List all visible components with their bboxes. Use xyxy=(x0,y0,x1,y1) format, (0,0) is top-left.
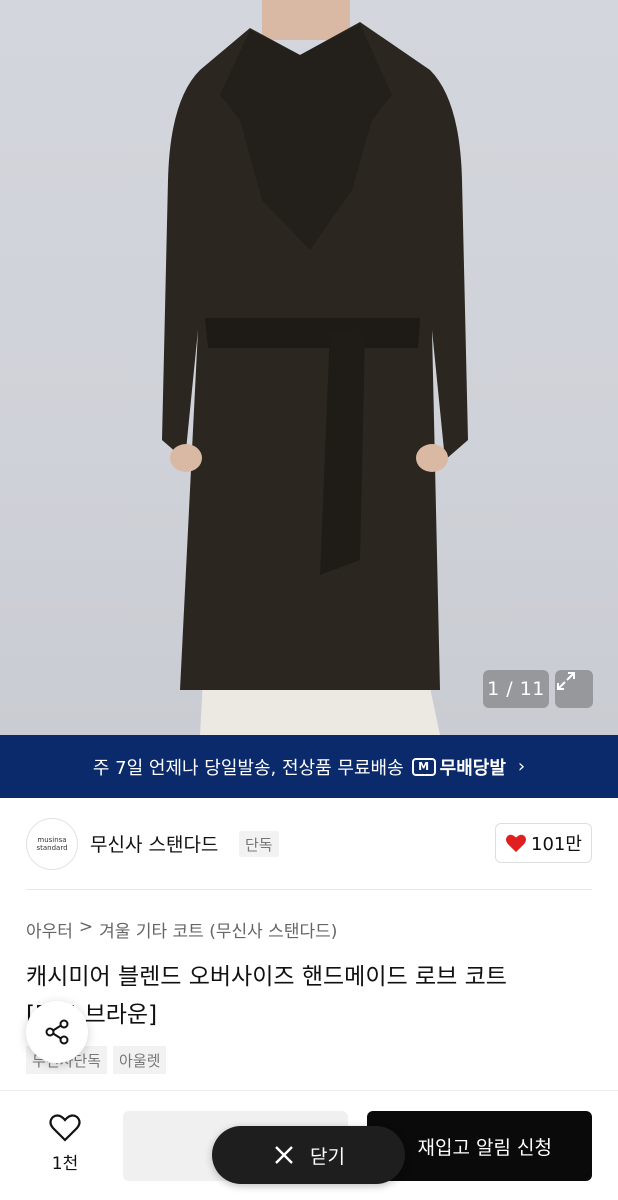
heart-outline-icon xyxy=(49,1114,81,1142)
breadcrumb-category[interactable]: 아우터 xyxy=(26,917,73,942)
coat-illustration xyxy=(162,0,468,735)
brand-like-button[interactable]: 101만 xyxy=(495,823,592,863)
banner-text: 주 7일 언제나 당일발송, 전상품 무료배송 xyxy=(92,757,404,779)
close-label: 닫기 xyxy=(310,1145,345,1168)
banner-brand-label: 무배당발 xyxy=(439,757,506,779)
expand-icon xyxy=(557,672,575,690)
wishlist-button[interactable]: 1천 xyxy=(30,1113,100,1174)
brand-name[interactable]: 무신사 스탠다드 xyxy=(90,830,218,857)
product-title-line2: [다크 브라운] xyxy=(26,1002,158,1028)
close-button[interactable]: 닫기 xyxy=(212,1126,405,1184)
breadcrumb-separator: > xyxy=(78,917,94,937)
restock-alert-label: 재입고 알림 신청 xyxy=(417,1136,552,1159)
product-image[interactable]: 1 / 11 xyxy=(0,0,618,735)
logo-line2: standard xyxy=(36,844,68,852)
delivery-m-icon: M xyxy=(411,757,436,776)
tag-outlet: 아울렛 xyxy=(113,1046,167,1074)
chevron-right-icon: › xyxy=(517,756,526,777)
product-title-line1: 캐시미어 블렌드 오버사이즈 핸드메이드 로브 코트 xyxy=(26,964,507,990)
breadcrumb-subcategory[interactable]: 겨울 기타 코트 (무신사 스탠다드) xyxy=(99,917,337,942)
wishlist-count: 1천 xyxy=(51,1154,79,1174)
heart-filled-icon xyxy=(506,834,527,853)
breadcrumb: 아우터 > 겨울 기타 코트 (무신사 스탠다드) xyxy=(26,917,337,942)
product-title: 캐시미어 블렌드 오버사이즈 핸드메이드 로브 코트 [다크 브라운] xyxy=(26,958,606,1034)
exclusive-tag: 단독 xyxy=(239,831,279,857)
logo-line1: musinsa xyxy=(37,836,67,844)
brand-row: musinsa standard 무신사 스탠다드 단독 101만 xyxy=(0,798,618,890)
share-button[interactable] xyxy=(26,1001,88,1063)
brand-like-count: 101만 xyxy=(531,834,582,855)
close-icon xyxy=(275,1146,293,1164)
expand-button[interactable] xyxy=(555,670,593,708)
banner-brand: M 무배당발 xyxy=(411,754,506,780)
divider xyxy=(26,889,592,890)
shipping-banner[interactable]: 주 7일 언제나 당일발송, 전상품 무료배송 M 무배당발 › xyxy=(0,735,618,798)
image-counter: 1 / 11 xyxy=(483,670,549,708)
share-icon xyxy=(45,1019,69,1045)
brand-logo[interactable]: musinsa standard xyxy=(26,818,78,870)
